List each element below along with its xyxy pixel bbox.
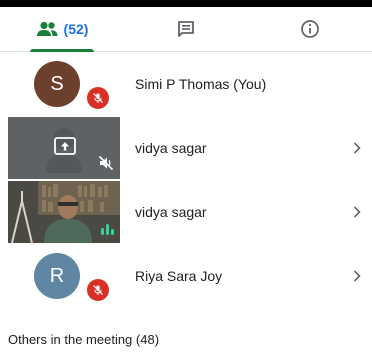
mic-off-icon [87,87,109,109]
info-icon [301,20,319,38]
meeting-tabs: (52) [0,7,372,52]
chevron-right-icon[interactable] [352,269,362,283]
status-bar [0,0,372,7]
participant-name: Simi P Thomas (You) [135,76,267,92]
avatar: S [34,61,80,107]
participant-name: vidya sagar [135,140,207,156]
tab-info[interactable] [248,7,372,51]
participant-row[interactable]: R Riya Sara Joy [0,245,372,307]
people-icon [36,21,58,36]
chat-icon [178,21,194,37]
video-tile [8,181,120,243]
tab-people[interactable]: (52) [0,7,124,52]
tab-chat[interactable] [124,7,248,51]
chevron-right-icon[interactable] [352,141,362,155]
participant-name: vidya sagar [135,204,207,220]
people-count: (52) [63,21,89,37]
participant-row[interactable]: vidya sagar [0,117,372,179]
speaker-off-icon [98,155,114,171]
speaking-indicator [101,224,114,235]
presentation-tile [8,117,120,179]
participant-name: Riya Sara Joy [135,268,223,284]
others-heading: Others in the meeting (48) [8,332,160,347]
mic-off-icon [87,279,109,301]
participant-row[interactable]: vidya sagar [0,181,372,243]
present-screen-icon [54,137,76,155]
chevron-right-icon[interactable] [352,205,362,219]
avatar: R [34,253,80,299]
participant-row[interactable]: S Simi P Thomas (You) [0,53,372,115]
